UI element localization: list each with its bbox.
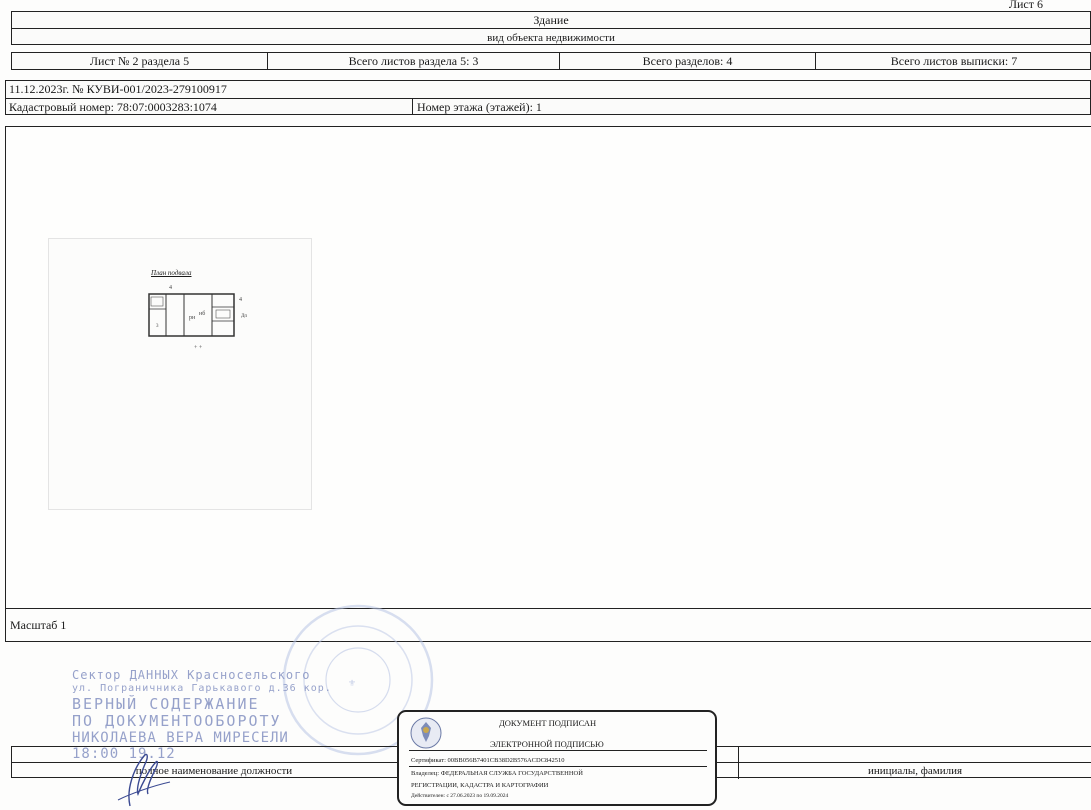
svg-text:Дп: Дп [241,314,247,319]
emblem-icon [410,717,442,749]
esig-owner-1: Владелец: ФЕДЕРАЛЬНАЯ СЛУЖБА ГОСУДАРСТВЕ… [411,770,583,777]
position-caption: полное наименование должности [135,764,293,777]
floor-cell: Номер этажа (этажей): 1 [413,99,542,115]
esig-certificate: Сертификат: 00BB056B7401CB38D2B576ACDC84… [411,757,565,764]
initials-caption: инициалы, фамилия [867,764,963,777]
svg-text:4: 4 [169,285,172,291]
cadastral-cell: Кадастровый номер: 78:07:0003283:1074 [6,99,413,115]
sheet-info-row: Лист № 2 раздела 5 Всего листов раздела … [11,52,1091,70]
total-sections: Всего разделов: 4 [642,53,733,68]
esig-title-1: ДОКУМЕНТ ПОДПИСАН [499,718,597,728]
object-type-box: Здание вид объекта недвижимости [11,11,1091,45]
sheet-number-cell: Лист № 2 раздела 5 [12,53,268,69]
statement-date-number: 11.12.2023г. № КУВИ-001/2023-279100917 [9,82,227,96]
stamp-line: ВЕРНЫЙ СОДЕРЖАНИЕ [72,695,260,713]
plan-area: План подвала рн нб 3 4 4 Дп + + [5,126,1091,609]
sheet-number: Лист № 2 раздела 5 [89,53,190,68]
total-sheets-cell: Всего листов выписки: 7 [816,53,1091,69]
svg-text:+ +: + + [194,345,203,351]
total-sections-cell: Всего разделов: 4 [560,53,816,69]
object-type-label: Здание [12,12,1090,29]
cadastral-row: Кадастровый номер: 78:07:0003283:1074 Но… [6,99,1090,115]
scale-label: Масштаб 1 [10,617,67,632]
esig-owner-2: РЕГИСТРАЦИИ, КАДАСТРА И КАРТОГРАФИИ [411,782,549,789]
floor-number: Номер этажа (этажей): 1 [417,99,542,114]
stamp-line: Сектор ДАННЫХ Красносельского [72,668,311,682]
svg-text:3: 3 [156,324,159,329]
total-sheets: Всего листов выписки: 7 [890,53,1018,68]
plan-sketch: рн нб 3 4 4 Дп + + [148,285,247,351]
esig-title-2: ЭЛЕКТРОННОЙ ПОДПИСЬЮ [490,739,604,749]
svg-text:рн: рн [189,315,196,321]
e-signature-block: ДОКУМЕНТ ПОДПИСАН ЭЛЕКТРОННОЙ ПОДПИСЬЮ С… [397,710,717,806]
scale-row: Масштаб 1 [5,609,1091,642]
floor-plan-image: План подвала рн нб 3 4 4 Дп + + [48,238,312,510]
svg-text:4: 4 [239,297,242,303]
cadastral-number: Кадастровый номер: 78:07:0003283:1074 [9,99,217,114]
sheets-in-section-cell: Всего листов раздела 5: 3 [268,53,560,69]
object-type-caption: вид объекта недвижимости [487,31,615,44]
sheets-in-section: Всего листов раздела 5: 3 [348,53,479,68]
handwritten-signature [117,753,171,807]
stamp-line: ул. Пограничника Гарькавого д.36 кор. [72,683,332,694]
svg-text:нб: нб [199,310,205,317]
stamp-line: ПО ДОКУМЕНТООБОРОТУ [72,712,282,730]
plan-sketch-title: План подвала [151,269,192,277]
statement-row: 11.12.2023г. № КУВИ-001/2023-279100917 [6,81,1090,99]
esig-validity: Действителен: с 27.06.2023 по 19.09.2024 [411,793,509,799]
record-box: 11.12.2023г. № КУВИ-001/2023-279100917 К… [5,80,1091,115]
